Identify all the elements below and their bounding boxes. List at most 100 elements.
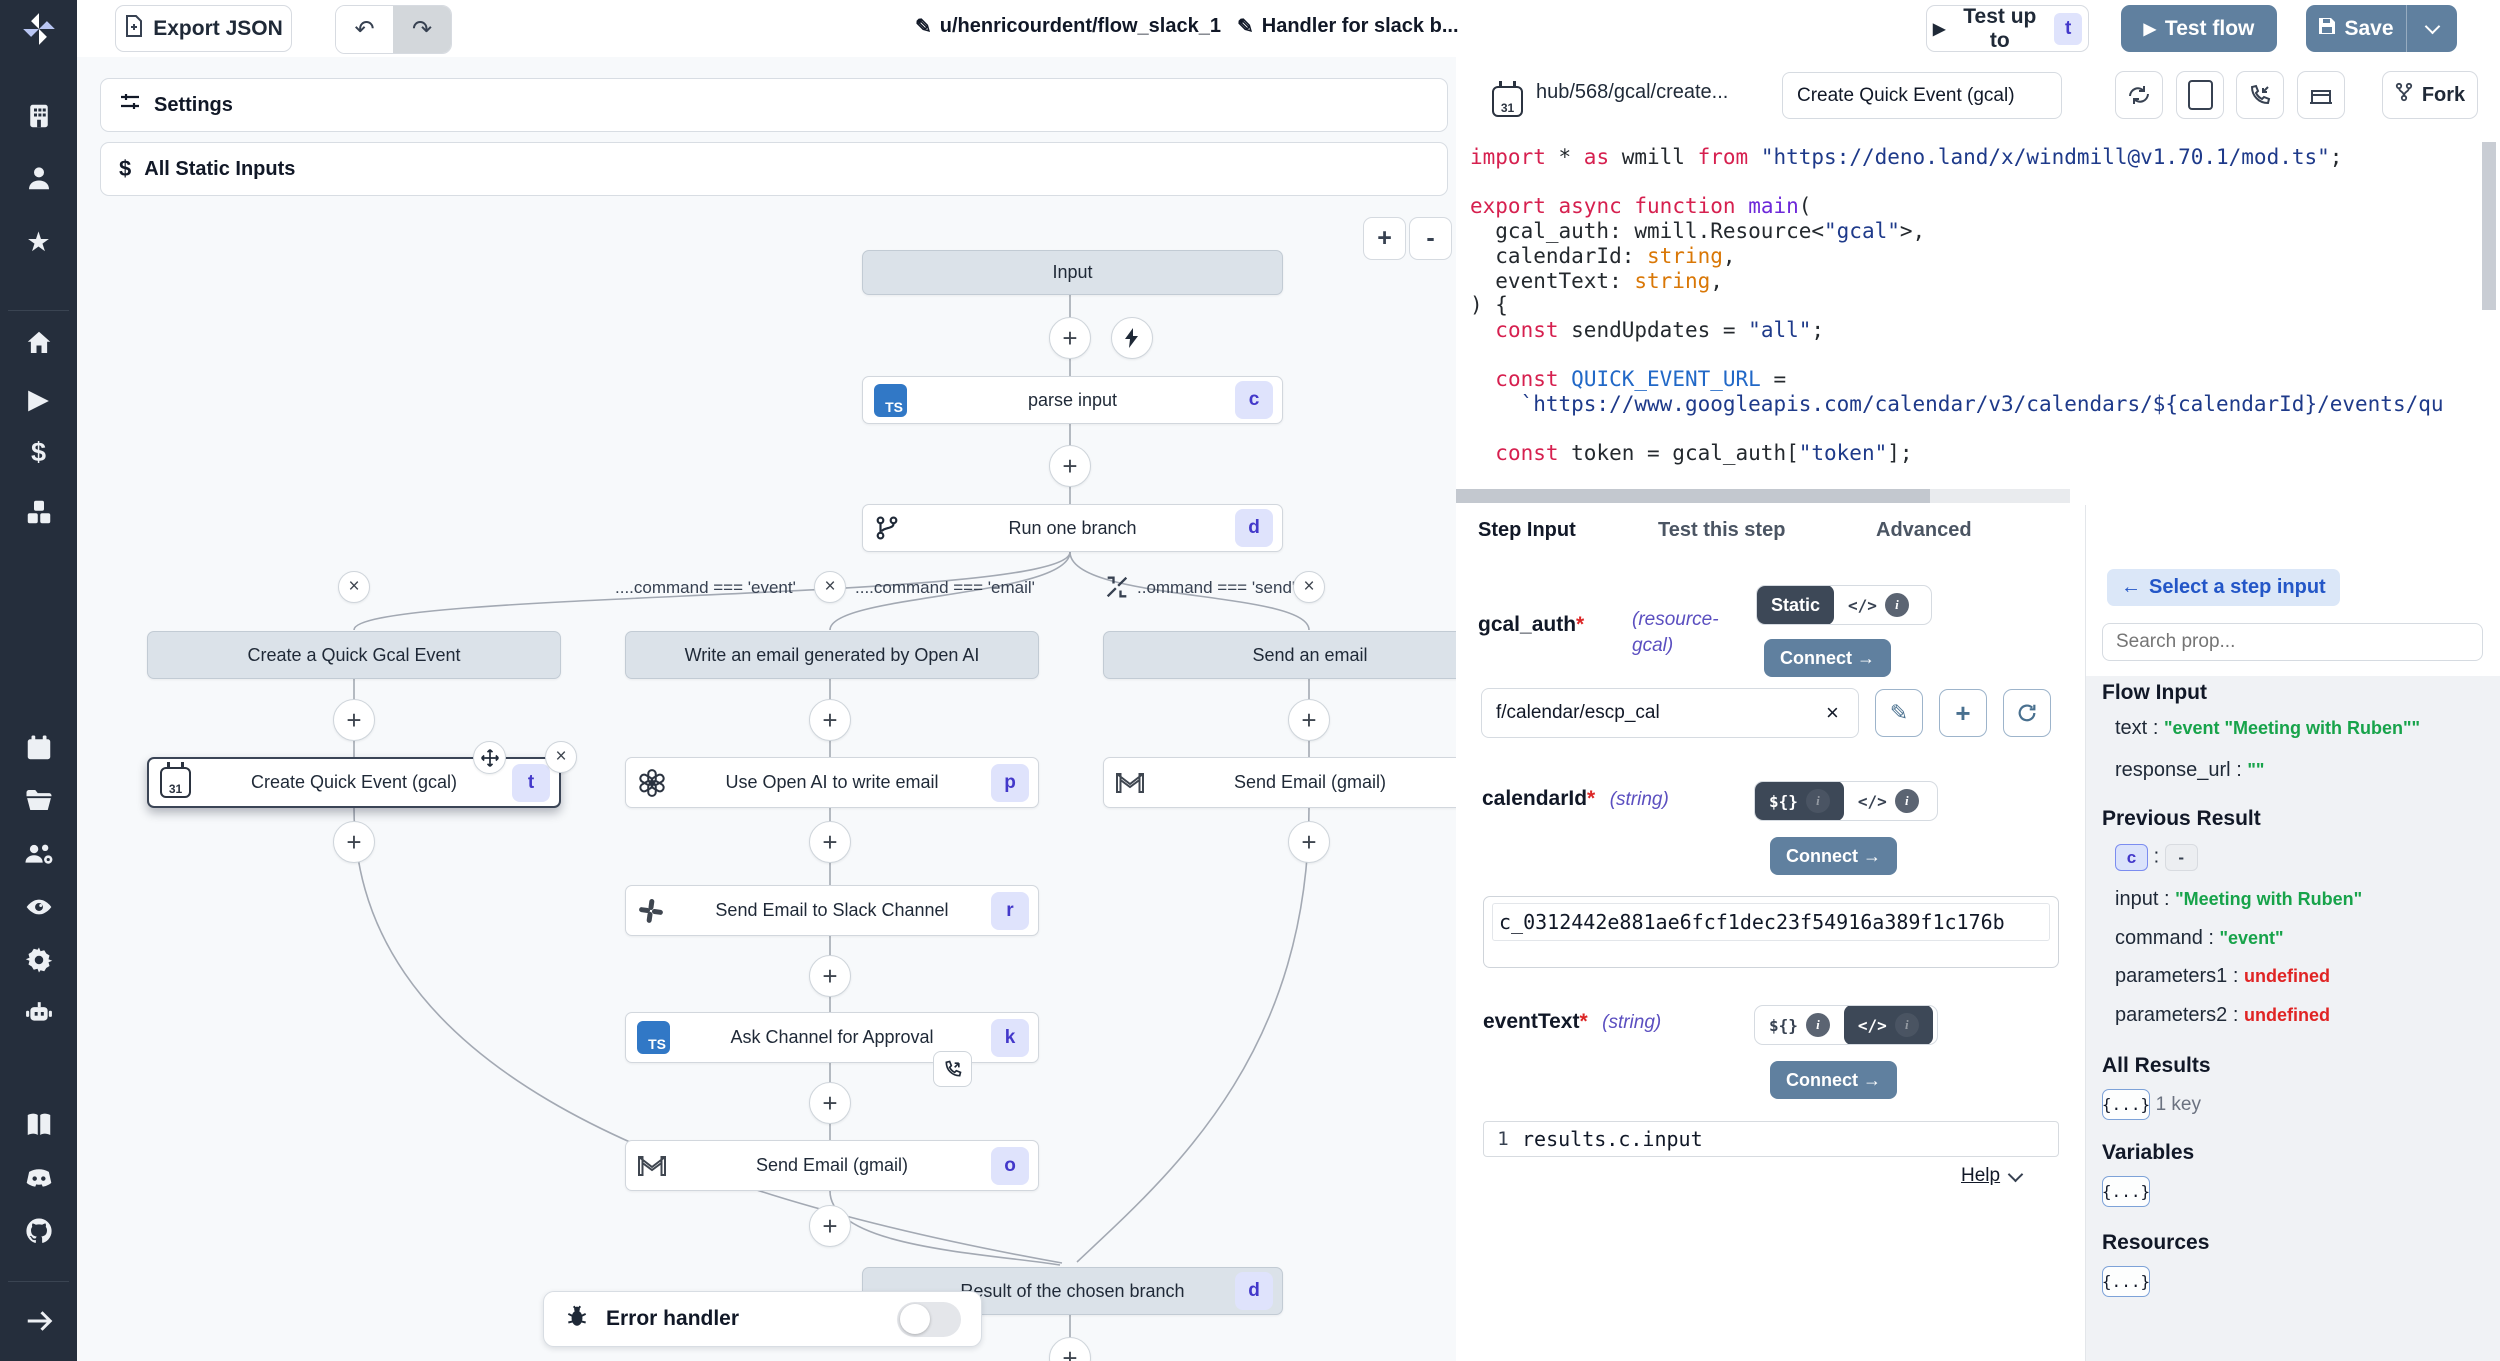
gear-icon[interactable] [0, 945, 77, 975]
help-link[interactable]: Help [1961, 1165, 2021, 1187]
building-icon[interactable] [0, 101, 77, 131]
prop-row-input[interactable]: input : "Meeting with Ruben" [2115, 888, 2362, 911]
template-mode-segment[interactable]: ${}i [1755, 1005, 1844, 1045]
add-step-button[interactable]: + [809, 1205, 851, 1247]
node-send-email-slack[interactable]: Send Email to Slack Channel r [625, 885, 1039, 936]
code-mode-segment[interactable]: </>i [1844, 1005, 1933, 1045]
arrow-right-icon[interactable] [0, 1306, 77, 1336]
branch-header-1[interactable]: Create a Quick Gcal Event [147, 631, 561, 679]
gcal-auth-input-mode-toggle[interactable]: Static </>i [1756, 585, 1932, 625]
redo-button[interactable]: ↷ [393, 6, 451, 53]
eventtext-expr-editor[interactable]: 1 results.c.input [1483, 1121, 2059, 1157]
refresh-icon-button[interactable] [2115, 71, 2163, 119]
code-editor[interactable]: import * as wmill from "https://deno.lan… [1456, 134, 2500, 505]
robot-icon[interactable] [0, 997, 77, 1027]
phone-incoming-icon-button[interactable] [2236, 71, 2284, 119]
add-step-button[interactable]: + [1049, 445, 1091, 487]
github-icon[interactable] [0, 1216, 77, 1246]
folder-icon[interactable] [0, 785, 77, 815]
windmill-logo-icon[interactable] [0, 10, 77, 48]
refresh-resource-button[interactable] [2003, 689, 2051, 737]
save-button[interactable]: Save [2306, 5, 2407, 52]
save-dropdown-button[interactable] [2407, 5, 2457, 52]
clear-resource-icon[interactable]: × [1826, 700, 1839, 726]
tab-advanced[interactable]: Advanced [1876, 505, 1972, 555]
add-step-button[interactable]: + [1288, 821, 1330, 863]
gcal-auth-connect-button[interactable]: Connect → [1764, 639, 1891, 677]
edit-resource-button[interactable]: ✎ [1875, 689, 1923, 737]
star-icon[interactable]: ★ [0, 227, 77, 257]
info-icon[interactable]: i [1895, 789, 1919, 813]
add-step-button[interactable]: + [333, 821, 375, 863]
fork-button[interactable]: Fork [2382, 71, 2478, 119]
code-vscrollbar[interactable] [2482, 142, 2496, 310]
add-step-button[interactable]: + [809, 955, 851, 997]
error-handler-toggle[interactable] [897, 1302, 961, 1337]
code-mode-segment[interactable]: </>i [1834, 585, 1923, 625]
test-up-to-button[interactable]: ▶ Test up to t [1926, 5, 2089, 52]
resource-path-input[interactable] [1481, 688, 1859, 738]
add-step-button[interactable]: + [809, 821, 851, 863]
delete-branch-button[interactable]: × [338, 571, 370, 603]
eye-icon[interactable] [0, 892, 77, 922]
tab-step-input[interactable]: Step Input [1478, 505, 1576, 558]
resources-expand[interactable]: {...} [2102, 1266, 2150, 1297]
discord-icon[interactable] [0, 1163, 77, 1193]
branch-header-2[interactable]: Write an email generated by Open AI [625, 631, 1039, 679]
node-send-email-gmail-1[interactable]: Send Email (gmail) [1103, 757, 1457, 808]
trigger-bolt-button[interactable] [1111, 317, 1153, 359]
flow-settings-bar[interactable]: Settings [100, 78, 1448, 132]
node-ask-channel-approval[interactable]: TS Ask Channel for Approval k [625, 1012, 1039, 1063]
user-icon[interactable] [0, 163, 77, 193]
delete-step-button[interactable]: × [545, 741, 577, 773]
node-send-email-gmail-2[interactable]: Send Email (gmail) o [625, 1140, 1039, 1191]
result-key-badge[interactable]: c [2115, 844, 2148, 871]
result-collapse-badge[interactable]: - [2165, 844, 2198, 871]
book-icon[interactable] [0, 1110, 77, 1140]
select-step-input-button[interactable]: ← Select a step input [2107, 569, 2340, 606]
play-icon[interactable]: ▶ [0, 384, 77, 414]
calendarid-input-mode-toggle[interactable]: ${}i </>i [1754, 781, 1938, 821]
add-step-button[interactable]: + [809, 699, 851, 741]
test-flow-button[interactable]: ▶ Test flow [2121, 5, 2277, 52]
add-resource-button[interactable]: + [1939, 689, 1987, 737]
delete-branch-button[interactable]: × [1293, 571, 1325, 603]
add-step-button[interactable]: + [809, 1082, 851, 1124]
flow-summary-crumb[interactable]: ✎ Handler for slack b... [1237, 14, 1459, 39]
step-summary-input[interactable] [1782, 72, 2062, 119]
calendarid-connect-button[interactable]: Connect → [1770, 837, 1897, 875]
code-hscrollbar[interactable] [1456, 489, 2070, 503]
node-input[interactable]: Input [862, 250, 1283, 295]
cubes-icon[interactable] [0, 497, 77, 527]
flow-path-crumb[interactable]: ✎ u/henricourdent/flow_slack_1 [915, 14, 1221, 39]
info-icon[interactable]: i [1885, 593, 1909, 617]
calendar-icon[interactable] [0, 733, 77, 763]
home-icon[interactable] [0, 328, 77, 358]
info-icon[interactable]: i [1806, 1013, 1830, 1037]
info-icon[interactable]: i [1895, 1013, 1919, 1037]
node-use-openai[interactable]: Use Open AI to write email p [625, 757, 1039, 808]
tab-test-this-step[interactable]: Test this step [1658, 505, 1785, 555]
brace-button[interactable]: {...} [2102, 1176, 2150, 1207]
add-step-button[interactable]: + [1288, 699, 1330, 741]
variables-expand[interactable]: {...} [2102, 1176, 2150, 1207]
zoom-out-button[interactable]: - [1409, 217, 1452, 260]
prop-row-response-url[interactable]: response_url : "" [2115, 759, 2264, 782]
prop-row-parameters2[interactable]: parameters2 : undefined [2115, 1004, 2330, 1027]
zoom-in-button[interactable]: + [1363, 217, 1406, 260]
dollar-icon[interactable]: $ [0, 437, 77, 467]
code-mode-segment[interactable]: </>i [1844, 781, 1933, 821]
user-group-icon[interactable] [0, 839, 77, 869]
prop-row-result-key[interactable]: c : - [2115, 844, 2198, 871]
prop-row-parameters1[interactable]: parameters1 : undefined [2115, 965, 2330, 988]
template-mode-segment[interactable]: ${}i [1755, 781, 1844, 821]
brace-button[interactable]: {...} [2102, 1266, 2150, 1297]
info-icon[interactable]: i [1806, 789, 1830, 813]
eventtext-connect-button[interactable]: Connect → [1770, 1061, 1897, 1099]
delete-branch-button[interactable]: × [814, 571, 846, 603]
branch-header-3[interactable]: Send an email [1103, 631, 1457, 679]
static-mode-segment[interactable]: Static [1757, 585, 1834, 625]
prop-row-text[interactable]: text : "event "Meeting with Ruben"" [2115, 717, 2420, 740]
flag-icon-button[interactable] [2297, 71, 2345, 119]
eventtext-input-mode-toggle[interactable]: ${}i </>i [1754, 1005, 1938, 1045]
